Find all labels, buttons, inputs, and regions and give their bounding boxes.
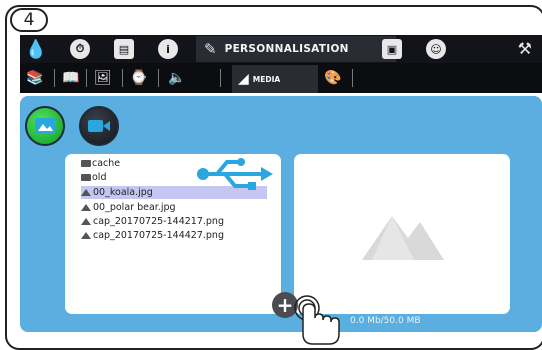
image-frame-icon[interactable]: 🖼 (94, 70, 112, 86)
image-file-icon (81, 204, 91, 211)
file-row[interactable]: old (81, 171, 106, 184)
file-name: cache (92, 158, 121, 169)
file-row[interactable]: cap_20170725-144217.png (81, 215, 224, 228)
tab-personnalisation[interactable]: ✎ PERSONNALISATION (196, 36, 396, 62)
user-icon[interactable]: ☺ (426, 39, 446, 59)
image-file-icon (81, 232, 91, 239)
divider (352, 69, 353, 87)
palette-icon[interactable]: 🎨 (324, 70, 341, 86)
book-icon[interactable]: ▤ (114, 39, 134, 59)
speaker-icon[interactable]: 🔈 (168, 70, 185, 86)
image-placeholder-icon (362, 216, 444, 260)
monitor-icon[interactable]: ▣ (382, 39, 402, 59)
image-icon (35, 118, 55, 134)
file-name: old (92, 172, 107, 183)
file-name: 00_polar bear.jpg (93, 202, 176, 213)
sub-toolbar: 📚 📖 🖼 ⌚ 🔈 ◢ MEDIA 🎨 (20, 63, 542, 95)
folder-icon (81, 160, 91, 167)
video-mode-button[interactable] (79, 106, 119, 146)
divider (54, 69, 55, 87)
tab-media-label: MEDIA (252, 74, 281, 84)
usb-icon (197, 158, 273, 190)
file-name: cap_20170725-144217.png (93, 216, 224, 227)
step-badge: 4 (10, 8, 48, 32)
divider (86, 69, 87, 87)
image-preview (294, 154, 510, 314)
image-file-icon (81, 218, 91, 225)
video-camera-icon (88, 120, 110, 132)
file-name: cap_20170725-144427.png (93, 230, 224, 241)
top-toolbar: 💧 ⏱ ▤ i ✎ PERSONNALISATION ▣ ☺ ⚒ (20, 35, 542, 64)
storage-usage: 0.0 Mb/50.0 MB (350, 316, 421, 326)
image-file-icon (81, 189, 91, 196)
info-icon[interactable]: i (158, 39, 178, 59)
pen-icon: ✎ (204, 40, 217, 58)
divider (158, 69, 159, 87)
divider (122, 69, 123, 87)
image-mode-button[interactable] (25, 106, 65, 146)
tab-media[interactable]: ◢ MEDIA (232, 65, 318, 95)
file-row[interactable]: cap_20170725-144427.png (81, 229, 224, 242)
key-icon[interactable]: ⚒ (518, 39, 532, 58)
folder-icon (81, 174, 91, 181)
divider (220, 69, 221, 87)
clock-icon[interactable]: ⏱ (70, 39, 90, 59)
books-icon[interactable]: 📚 (26, 70, 43, 86)
file-name: 00_koala.jpg (93, 187, 153, 198)
tap-hand-icon (294, 295, 340, 345)
tab-personnalisation-label: PERSONNALISATION (224, 43, 349, 55)
clock-frame-icon[interactable]: ⌚ (130, 70, 147, 86)
media-icon: ◢ (238, 71, 249, 87)
file-row[interactable]: cache (81, 157, 120, 170)
file-list: cache old 00_koala.jpg 00_polar bear.jpg… (65, 154, 281, 314)
book-icon[interactable]: 📖 (62, 70, 79, 86)
drop-icon[interactable]: 💧 (25, 39, 47, 60)
file-row[interactable]: 00_polar bear.jpg (81, 201, 176, 214)
